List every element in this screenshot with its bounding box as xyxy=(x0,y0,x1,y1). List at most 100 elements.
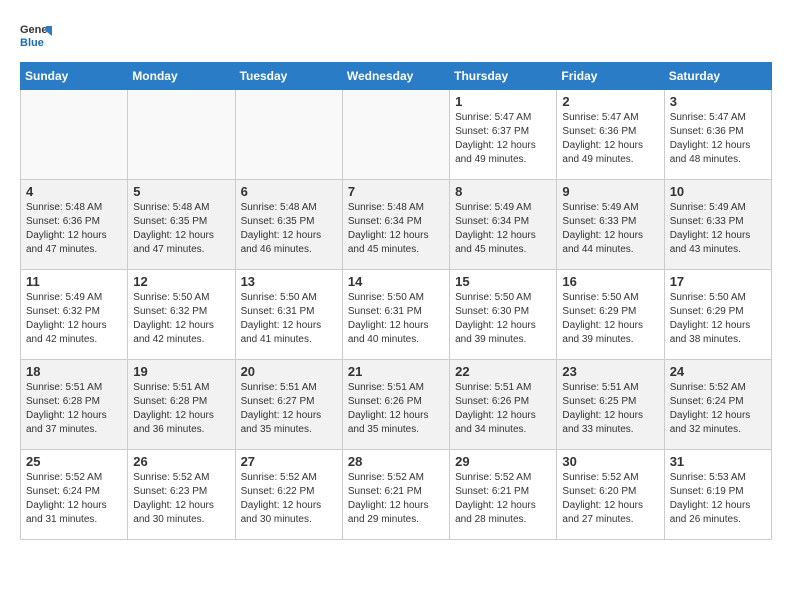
calendar-cell xyxy=(235,90,342,180)
day-number: 4 xyxy=(26,184,122,199)
calendar-week-2: 4 Sunrise: 5:48 AM Sunset: 6:36 PM Daylig… xyxy=(21,180,772,270)
day-number: 13 xyxy=(241,274,337,289)
day-number: 30 xyxy=(562,454,658,469)
day-number: 3 xyxy=(670,94,766,109)
calendar-week-5: 25 Sunrise: 5:52 AM Sunset: 6:24 PM Dayli… xyxy=(21,450,772,540)
day-info: Sunrise: 5:51 AM Sunset: 6:26 PM Dayligh… xyxy=(455,381,551,437)
weekday-header-friday: Friday xyxy=(557,63,664,90)
calendar-cell: 7 Sunrise: 5:48 AM Sunset: 6:34 PM Daylig… xyxy=(342,180,449,270)
day-info: Sunrise: 5:49 AM Sunset: 6:33 PM Dayligh… xyxy=(670,201,766,257)
calendar-cell xyxy=(21,90,128,180)
day-number: 28 xyxy=(348,454,444,469)
day-number: 26 xyxy=(133,454,229,469)
day-number: 29 xyxy=(455,454,551,469)
day-number: 5 xyxy=(133,184,229,199)
day-info: Sunrise: 5:50 AM Sunset: 6:30 PM Dayligh… xyxy=(455,291,551,347)
calendar-cell: 25 Sunrise: 5:52 AM Sunset: 6:24 PM Dayli… xyxy=(21,450,128,540)
calendar-cell: 31 Sunrise: 5:53 AM Sunset: 6:19 PM Dayli… xyxy=(664,450,771,540)
day-info: Sunrise: 5:50 AM Sunset: 6:32 PM Dayligh… xyxy=(133,291,229,347)
calendar-cell: 26 Sunrise: 5:52 AM Sunset: 6:23 PM Dayli… xyxy=(128,450,235,540)
day-info: Sunrise: 5:47 AM Sunset: 6:36 PM Dayligh… xyxy=(670,111,766,167)
calendar-cell: 8 Sunrise: 5:49 AM Sunset: 6:34 PM Daylig… xyxy=(450,180,557,270)
calendar-cell: 5 Sunrise: 5:48 AM Sunset: 6:35 PM Daylig… xyxy=(128,180,235,270)
calendar-cell: 2Sunrise: 5:47 AM Sunset: 6:36 PM Daylig… xyxy=(557,90,664,180)
calendar-cell: 22Sunrise: 5:51 AM Sunset: 6:26 PM Dayli… xyxy=(450,360,557,450)
day-number: 24 xyxy=(670,364,766,379)
calendar-week-3: 11Sunrise: 5:49 AM Sunset: 6:32 PM Dayli… xyxy=(21,270,772,360)
day-number: 31 xyxy=(670,454,766,469)
calendar-cell: 30 Sunrise: 5:52 AM Sunset: 6:20 PM Dayli… xyxy=(557,450,664,540)
day-info: Sunrise: 5:48 AM Sunset: 6:34 PM Dayligh… xyxy=(348,201,444,257)
day-number: 14 xyxy=(348,274,444,289)
day-info: Sunrise: 5:51 AM Sunset: 6:27 PM Dayligh… xyxy=(241,381,337,437)
weekday-header-thursday: Thursday xyxy=(450,63,557,90)
day-number: 18 xyxy=(26,364,122,379)
day-number: 11 xyxy=(26,274,122,289)
calendar-cell: 4 Sunrise: 5:48 AM Sunset: 6:36 PM Daylig… xyxy=(21,180,128,270)
day-info: Sunrise: 5:51 AM Sunset: 6:28 PM Dayligh… xyxy=(26,381,122,437)
day-number: 8 xyxy=(455,184,551,199)
day-number: 19 xyxy=(133,364,229,379)
svg-text:Blue: Blue xyxy=(20,37,44,49)
day-info: Sunrise: 5:52 AM Sunset: 6:24 PM Dayligh… xyxy=(670,381,766,437)
day-info: Sunrise: 5:52 AM Sunset: 6:21 PM Dayligh… xyxy=(455,471,551,527)
calendar-cell: 16 Sunrise: 5:50 AM Sunset: 6:29 PM Dayli… xyxy=(557,270,664,360)
day-info: Sunrise: 5:51 AM Sunset: 6:28 PM Dayligh… xyxy=(133,381,229,437)
day-info: Sunrise: 5:50 AM Sunset: 6:29 PM Dayligh… xyxy=(562,291,658,347)
day-info: Sunrise: 5:50 AM Sunset: 6:29 PM Dayligh… xyxy=(670,291,766,347)
day-number: 16 xyxy=(562,274,658,289)
day-number: 9 xyxy=(562,184,658,199)
weekday-header-wednesday: Wednesday xyxy=(342,63,449,90)
calendar-cell: 24 Sunrise: 5:52 AM Sunset: 6:24 PM Dayli… xyxy=(664,360,771,450)
day-number: 17 xyxy=(670,274,766,289)
day-number: 27 xyxy=(241,454,337,469)
calendar-cell: 13 Sunrise: 5:50 AM Sunset: 6:31 PM Dayli… xyxy=(235,270,342,360)
day-info: Sunrise: 5:48 AM Sunset: 6:36 PM Dayligh… xyxy=(26,201,122,257)
logo: General Blue xyxy=(20,20,52,52)
day-info: Sunrise: 5:52 AM Sunset: 6:23 PM Dayligh… xyxy=(133,471,229,527)
day-info: Sunrise: 5:50 AM Sunset: 6:31 PM Dayligh… xyxy=(241,291,337,347)
day-number: 25 xyxy=(26,454,122,469)
day-number: 21 xyxy=(348,364,444,379)
day-info: Sunrise: 5:51 AM Sunset: 6:26 PM Dayligh… xyxy=(348,381,444,437)
calendar-cell: 14 Sunrise: 5:50 AM Sunset: 6:31 PM Dayli… xyxy=(342,270,449,360)
day-info: Sunrise: 5:52 AM Sunset: 6:22 PM Dayligh… xyxy=(241,471,337,527)
calendar-week-1: 1Sunrise: 5:47 AM Sunset: 6:37 PM Daylig… xyxy=(21,90,772,180)
day-number: 23 xyxy=(562,364,658,379)
day-info: Sunrise: 5:51 AM Sunset: 6:25 PM Dayligh… xyxy=(562,381,658,437)
calendar-cell: 12Sunrise: 5:50 AM Sunset: 6:32 PM Dayli… xyxy=(128,270,235,360)
calendar-cell: 18 Sunrise: 5:51 AM Sunset: 6:28 PM Dayli… xyxy=(21,360,128,450)
calendar-cell: 29 Sunrise: 5:52 AM Sunset: 6:21 PM Dayli… xyxy=(450,450,557,540)
page-header: General Blue xyxy=(20,20,772,52)
day-number: 10 xyxy=(670,184,766,199)
calendar-cell: 15 Sunrise: 5:50 AM Sunset: 6:30 PM Dayli… xyxy=(450,270,557,360)
day-info: Sunrise: 5:53 AM Sunset: 6:19 PM Dayligh… xyxy=(670,471,766,527)
day-info: Sunrise: 5:52 AM Sunset: 6:24 PM Dayligh… xyxy=(26,471,122,527)
day-info: Sunrise: 5:52 AM Sunset: 6:21 PM Dayligh… xyxy=(348,471,444,527)
calendar-cell: 19 Sunrise: 5:51 AM Sunset: 6:28 PM Dayli… xyxy=(128,360,235,450)
weekday-header-tuesday: Tuesday xyxy=(235,63,342,90)
day-number: 15 xyxy=(455,274,551,289)
weekday-header-saturday: Saturday xyxy=(664,63,771,90)
calendar-cell: 11Sunrise: 5:49 AM Sunset: 6:32 PM Dayli… xyxy=(21,270,128,360)
calendar-cell: 23 Sunrise: 5:51 AM Sunset: 6:25 PM Dayli… xyxy=(557,360,664,450)
calendar-cell: 17 Sunrise: 5:50 AM Sunset: 6:29 PM Dayli… xyxy=(664,270,771,360)
calendar-cell: 3 Sunrise: 5:47 AM Sunset: 6:36 PM Daylig… xyxy=(664,90,771,180)
day-number: 2 xyxy=(562,94,658,109)
calendar-cell: 27 Sunrise: 5:52 AM Sunset: 6:22 PM Dayli… xyxy=(235,450,342,540)
weekday-header-sunday: Sunday xyxy=(21,63,128,90)
day-info: Sunrise: 5:47 AM Sunset: 6:37 PM Dayligh… xyxy=(455,111,551,167)
day-info: Sunrise: 5:49 AM Sunset: 6:34 PM Dayligh… xyxy=(455,201,551,257)
weekday-header-monday: Monday xyxy=(128,63,235,90)
day-info: Sunrise: 5:48 AM Sunset: 6:35 PM Dayligh… xyxy=(133,201,229,257)
day-info: Sunrise: 5:50 AM Sunset: 6:31 PM Dayligh… xyxy=(348,291,444,347)
day-number: 20 xyxy=(241,364,337,379)
calendar-cell: 1Sunrise: 5:47 AM Sunset: 6:37 PM Daylig… xyxy=(450,90,557,180)
logo-icon: General Blue xyxy=(20,20,52,52)
calendar-cell: 28 Sunrise: 5:52 AM Sunset: 6:21 PM Dayli… xyxy=(342,450,449,540)
day-info: Sunrise: 5:52 AM Sunset: 6:20 PM Dayligh… xyxy=(562,471,658,527)
calendar-cell: 10 Sunrise: 5:49 AM Sunset: 6:33 PM Dayli… xyxy=(664,180,771,270)
day-number: 7 xyxy=(348,184,444,199)
day-info: Sunrise: 5:49 AM Sunset: 6:33 PM Dayligh… xyxy=(562,201,658,257)
calendar-cell: 20 Sunrise: 5:51 AM Sunset: 6:27 PM Dayli… xyxy=(235,360,342,450)
